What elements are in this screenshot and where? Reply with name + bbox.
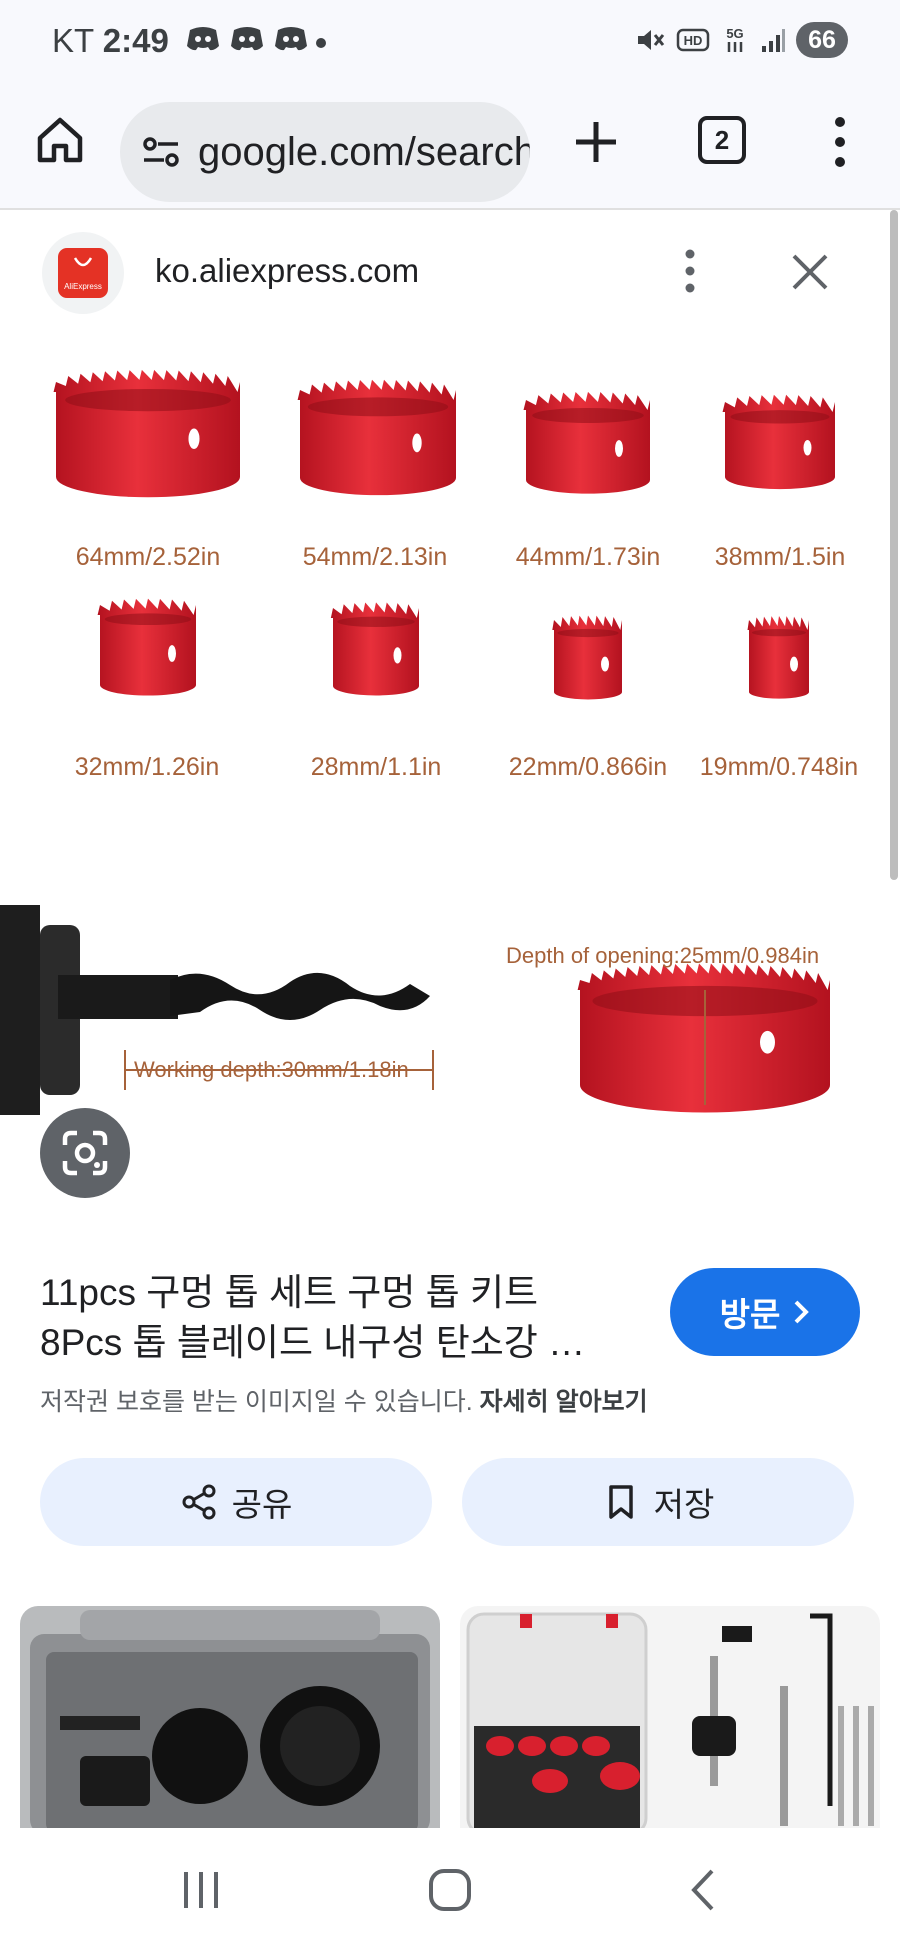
lens-icon	[62, 1130, 108, 1176]
hole-saw-kit-image	[466, 1612, 874, 1828]
battery-indicator: 66	[796, 22, 848, 58]
svg-text:HD: HD	[684, 33, 703, 48]
size-label: 54mm/2.13in	[302, 543, 448, 571]
hole-saw-38mm	[722, 394, 835, 490]
hole-saw-22mm	[552, 615, 622, 700]
result-title[interactable]: 11pcs 구멍 톱 세트 구멍 톱 키트 8Pcs 톱 블레이드 내구성 탄소…	[40, 1268, 620, 1368]
5g-icon: 5G	[726, 26, 744, 52]
hole-saw-case-image	[30, 1610, 430, 1828]
google-lens-button[interactable]	[40, 1108, 130, 1198]
bookmark-icon	[608, 1485, 633, 1519]
opening-depth-label: Depth of opening:25mm/0.984in	[506, 943, 820, 968]
hole-saw-detail	[577, 963, 830, 1113]
scrollbar[interactable]	[890, 210, 898, 880]
hd-icon: HD	[676, 28, 710, 52]
discord-icon	[275, 27, 307, 51]
mute-icon	[638, 30, 665, 50]
address-bar[interactable]: google.com/search	[120, 102, 530, 202]
learn-more-link[interactable]: 자세히 알아보기	[480, 1388, 648, 1416]
source-favicon[interactable]: AliExpress	[42, 232, 124, 314]
related-image-1[interactable]	[20, 1606, 440, 1828]
home-icon[interactable]	[32, 112, 88, 168]
hole-saw-19mm	[747, 616, 809, 699]
copyright-notice: 저작권 보호를 받는 이미지일 수 있습니다. 자세히 알아보기	[40, 1382, 648, 1418]
size-label: 19mm/0.748in	[699, 753, 859, 781]
chevron-right-icon	[794, 1300, 810, 1324]
close-icon[interactable]	[788, 250, 832, 294]
copyright-text: 저작권 보호를 받는 이미지일 수 있습니다.	[40, 1388, 473, 1416]
aliexpress-logo: AliExpress	[58, 248, 108, 298]
new-tab-icon[interactable]	[570, 116, 622, 168]
visit-label: 방문	[719, 1296, 781, 1333]
size-label: 44mm/1.73in	[515, 543, 661, 571]
clock: 2:49	[102, 22, 169, 59]
tab-switcher-button[interactable]: 2	[698, 116, 746, 164]
site-settings-icon[interactable]	[140, 131, 182, 173]
visit-button[interactable]: 방문	[670, 1268, 860, 1356]
recent-apps-icon[interactable]	[178, 1868, 224, 1912]
url-text: google.com/search	[198, 129, 530, 174]
size-label: 28mm/1.1in	[310, 753, 442, 781]
save-button[interactable]: 저장	[462, 1458, 854, 1546]
size-label: 64mm/2.52in	[75, 543, 221, 571]
arbor-drill	[0, 905, 434, 1115]
title-line: 11pcs 구멍 톱 세트 구멍 톱 키트	[40, 1272, 539, 1313]
discord-icon	[231, 27, 263, 51]
share-label: 공유	[231, 1486, 293, 1523]
size-label: 38mm/1.5in	[714, 543, 846, 571]
source-more-icon[interactable]	[680, 248, 700, 294]
svg-text:5G: 5G	[726, 26, 743, 41]
product-image[interactable]: 64mm/2.52in 54mm/2.13in 44mm/1.73in 38mm…	[0, 350, 900, 1200]
save-label: 저장	[653, 1486, 715, 1523]
more-options-icon[interactable]	[826, 114, 854, 170]
carrier-label: KT	[52, 22, 94, 59]
hole-saw-32mm	[97, 598, 196, 696]
source-domain[interactable]: ko.aliexpress.com	[155, 252, 419, 290]
title-line: 8Pcs 톱 블레이드 내구성 탄소강 …	[40, 1322, 586, 1363]
share-icon	[182, 1484, 216, 1520]
back-icon[interactable]	[688, 1868, 718, 1912]
home-nav-icon[interactable]	[428, 1868, 472, 1912]
hole-saw-54mm	[297, 379, 456, 496]
notification-icons	[186, 24, 308, 54]
hole-saw-64mm	[53, 369, 241, 498]
logo-text: AliExpress	[64, 282, 102, 291]
working-depth-label: Working depth:30mm/1.18in	[134, 1057, 409, 1082]
more-notifications-dot	[316, 38, 326, 48]
size-label: 32mm/1.26in	[74, 753, 220, 781]
system-nav-bar	[0, 1828, 900, 1950]
signal-icon	[762, 29, 785, 52]
hole-saw-44mm	[523, 391, 650, 494]
hole-saw-28mm	[330, 602, 419, 696]
shopping-bag-icon	[73, 257, 93, 267]
size-label: 22mm/0.866in	[508, 753, 668, 781]
related-image-2[interactable]	[460, 1606, 880, 1828]
status-bar: KT 2:49 HD 5G 66	[0, 0, 900, 84]
discord-icon	[187, 27, 219, 51]
share-button[interactable]: 공유	[40, 1458, 432, 1546]
browser-toolbar: google.com/search 2	[0, 84, 900, 210]
